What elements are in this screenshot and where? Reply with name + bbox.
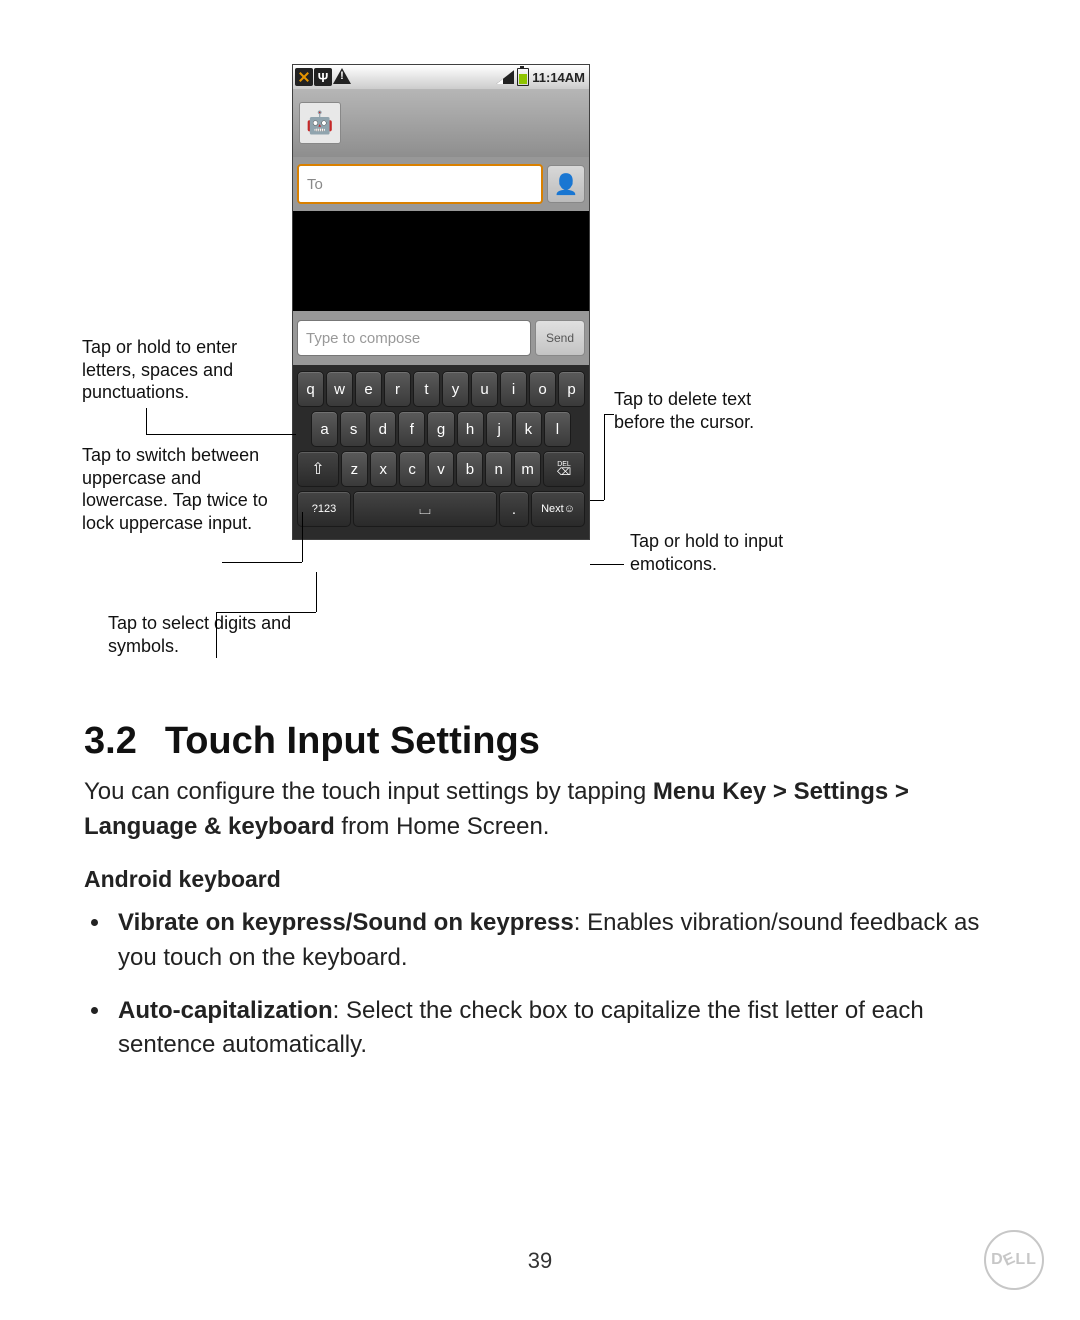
body-text: 3.2 Touch Input Settings You can configu… bbox=[84, 720, 996, 1081]
usb-icon: Ψ bbox=[314, 68, 332, 86]
keyboard-row-2: a s d f g h j k l bbox=[297, 411, 585, 447]
key-period[interactable]: . bbox=[499, 491, 529, 527]
bullet-bold: Vibrate on keypress/Sound on keypress bbox=[118, 909, 574, 936]
warning-icon bbox=[333, 68, 351, 86]
leader bbox=[216, 612, 217, 658]
to-row: To 👤 bbox=[293, 157, 589, 211]
del-icon: ⌫ bbox=[557, 468, 571, 478]
key-n[interactable]: n bbox=[485, 451, 512, 487]
intro-pre: You can configure the touch input settin… bbox=[84, 778, 653, 805]
keyboard: q w e r t y u i o p a s d f g h j k l bbox=[293, 365, 589, 539]
key-k[interactable]: k bbox=[515, 411, 542, 447]
send-button[interactable]: Send bbox=[535, 320, 585, 356]
message-area bbox=[293, 211, 589, 311]
page-number: 39 bbox=[0, 1248, 1080, 1274]
keyboard-row-4: ?123 ⌴ . Next☺ bbox=[297, 491, 585, 527]
app-header: 🤖 bbox=[293, 89, 589, 157]
notification-icon bbox=[295, 68, 313, 86]
key-f[interactable]: f bbox=[398, 411, 425, 447]
keyboard-row-1: q w e r t y u i o p bbox=[297, 371, 585, 407]
key-i[interactable]: i bbox=[500, 371, 527, 407]
leader bbox=[216, 612, 316, 613]
callout-delete: Tap to delete text before the cursor. bbox=[614, 388, 784, 433]
key-y[interactable]: y bbox=[442, 371, 469, 407]
section-subhead: Android keyboard bbox=[84, 863, 996, 896]
key-z[interactable]: z bbox=[341, 451, 368, 487]
key-q[interactable]: q bbox=[297, 371, 324, 407]
key-d[interactable]: d bbox=[369, 411, 396, 447]
signal-icon bbox=[496, 70, 514, 84]
key-m[interactable]: m bbox=[514, 451, 541, 487]
key-s[interactable]: s bbox=[340, 411, 367, 447]
key-e[interactable]: e bbox=[355, 371, 382, 407]
key-b[interactable]: b bbox=[456, 451, 483, 487]
leader bbox=[146, 434, 296, 435]
section-intro: You can configure the touch input settin… bbox=[84, 775, 996, 845]
brand-ll: LL bbox=[1015, 1251, 1037, 1269]
bullet-list: Vibrate on keypress/Sound on keypress: E… bbox=[112, 906, 996, 1063]
key-v[interactable]: v bbox=[428, 451, 455, 487]
key-u[interactable]: u bbox=[471, 371, 498, 407]
section-number: 3.2 bbox=[84, 720, 137, 763]
key-x[interactable]: x bbox=[370, 451, 397, 487]
key-h[interactable]: h bbox=[457, 411, 484, 447]
leader bbox=[590, 500, 604, 501]
battery-icon bbox=[517, 68, 529, 86]
bullet-bold: Auto-capitalization bbox=[118, 997, 333, 1024]
leader bbox=[146, 408, 147, 434]
key-shift[interactable]: ⇧ bbox=[297, 451, 339, 487]
key-o[interactable]: o bbox=[529, 371, 556, 407]
callout-letters: Tap or hold to enter letters, spaces and… bbox=[82, 336, 282, 404]
key-delete[interactable]: DEL ⌫ bbox=[543, 451, 585, 487]
status-time: 11:14AM bbox=[532, 70, 585, 85]
key-t[interactable]: t bbox=[413, 371, 440, 407]
key-w[interactable]: w bbox=[326, 371, 353, 407]
callout-emoticons: Tap or hold to input emoticons. bbox=[630, 530, 800, 575]
keyboard-row-3: ⇧ z x c v b n m DEL ⌫ bbox=[297, 451, 585, 487]
key-symbols[interactable]: ?123 bbox=[297, 491, 351, 527]
bullet-item: Auto-capitalization: Select the check bo… bbox=[112, 994, 996, 1064]
add-contact-button[interactable]: 👤 bbox=[547, 165, 585, 203]
status-bar: Ψ 11:14AM bbox=[293, 65, 589, 89]
intro-post: from Home Screen. bbox=[335, 813, 550, 840]
leader bbox=[604, 414, 614, 415]
next-label: Next bbox=[541, 503, 564, 515]
section-heading: 3.2 Touch Input Settings bbox=[84, 720, 996, 763]
leader bbox=[316, 572, 317, 612]
to-input[interactable]: To bbox=[297, 164, 543, 204]
send-label: Send bbox=[546, 331, 574, 345]
avatar: 🤖 bbox=[299, 102, 341, 144]
section-title: Touch Input Settings bbox=[165, 720, 540, 763]
leader bbox=[604, 414, 605, 500]
compose-placeholder: Type to compose bbox=[306, 330, 420, 347]
leader bbox=[590, 564, 624, 565]
leader bbox=[222, 562, 302, 563]
key-space[interactable]: ⌴ bbox=[353, 491, 497, 527]
emoticon-icon: ☺ bbox=[564, 503, 575, 515]
key-l[interactable]: l bbox=[544, 411, 571, 447]
compose-row: Type to compose Send bbox=[293, 311, 589, 365]
key-c[interactable]: c bbox=[399, 451, 426, 487]
to-placeholder: To bbox=[307, 176, 323, 193]
key-j[interactable]: j bbox=[486, 411, 513, 447]
dell-logo-icon: DELL bbox=[984, 1230, 1044, 1290]
key-next[interactable]: Next☺ bbox=[531, 491, 585, 527]
key-p[interactable]: p bbox=[558, 371, 585, 407]
key-g[interactable]: g bbox=[427, 411, 454, 447]
page: Ψ 11:14AM 🤖 To 👤 Type to compose bbox=[0, 0, 1080, 1320]
bullet-item: Vibrate on keypress/Sound on keypress: E… bbox=[112, 906, 996, 976]
key-a[interactable]: a bbox=[311, 411, 338, 447]
callout-shift: Tap to switch between uppercase and lowe… bbox=[82, 444, 282, 534]
key-r[interactable]: r bbox=[384, 371, 411, 407]
compose-input[interactable]: Type to compose bbox=[297, 320, 531, 356]
leader bbox=[302, 512, 303, 562]
callout-symbols: Tap to select digits and symbols. bbox=[108, 612, 298, 657]
phone-screenshot: Ψ 11:14AM 🤖 To 👤 Type to compose bbox=[292, 64, 590, 540]
